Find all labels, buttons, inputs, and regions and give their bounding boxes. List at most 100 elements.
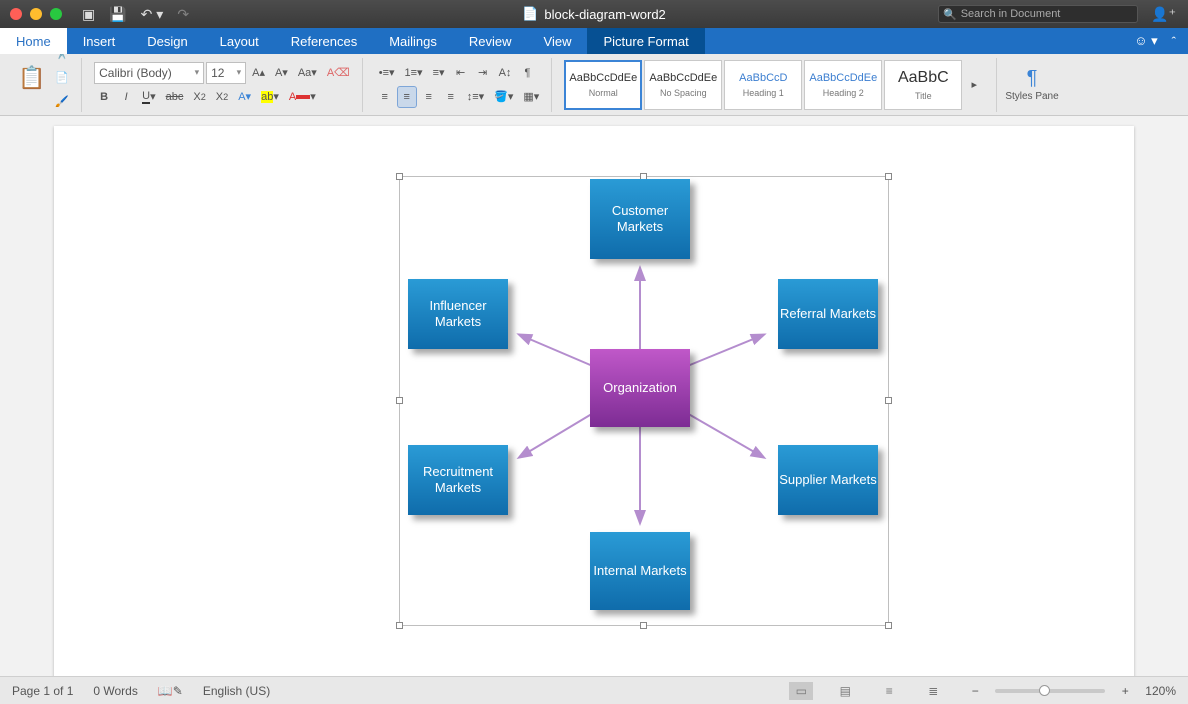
resize-handle[interactable] bbox=[640, 622, 647, 629]
tab-insert[interactable]: Insert bbox=[67, 28, 132, 54]
print-layout-view-icon[interactable]: ▭ bbox=[789, 682, 813, 700]
sort-icon[interactable]: A↕ bbox=[495, 62, 516, 84]
font-group: Calibri (Body)▾ 12▾ A▴ A▾ Aa▾ A⌫ B I U▾ … bbox=[86, 58, 363, 112]
page[interactable]: ⟳ Organization Cus bbox=[54, 126, 1134, 676]
multilevel-list-icon[interactable]: ≡▾ bbox=[429, 62, 449, 84]
document-area[interactable]: ⟳ Organization Cus bbox=[0, 116, 1188, 676]
collapse-ribbon-icon[interactable]: ˆ bbox=[1172, 34, 1176, 49]
share-icon[interactable]: 👤⁺ bbox=[1151, 6, 1176, 23]
tab-picture-format[interactable]: Picture Format bbox=[587, 28, 704, 54]
align-center-icon[interactable]: ≡ bbox=[397, 86, 417, 108]
feedback-icon[interactable]: ☺ ▾ bbox=[1134, 33, 1157, 49]
tab-home[interactable]: Home bbox=[0, 28, 67, 54]
paste-icon[interactable]: 📋 bbox=[14, 67, 49, 89]
rotate-handle-icon[interactable]: ⟳ bbox=[586, 116, 597, 118]
tab-review[interactable]: Review bbox=[453, 28, 528, 54]
shrink-font-icon[interactable]: A▾ bbox=[271, 62, 292, 84]
superscript-button[interactable]: X2 bbox=[212, 86, 232, 108]
show-marks-icon[interactable]: ¶ bbox=[517, 62, 537, 84]
increase-indent-icon[interactable]: ⇥ bbox=[473, 62, 493, 84]
maximize-icon[interactable] bbox=[50, 8, 62, 20]
zoom-in-icon[interactable]: + bbox=[1115, 680, 1135, 702]
picture-selection[interactable]: Organization Customer Markets Internal M… bbox=[399, 176, 889, 626]
line-spacing-icon[interactable]: ↕≡▾ bbox=[463, 86, 488, 108]
window-controls bbox=[0, 8, 62, 20]
resize-handle[interactable] bbox=[885, 173, 892, 180]
minimize-icon[interactable] bbox=[30, 8, 42, 20]
page-indicator[interactable]: Page 1 of 1 bbox=[12, 684, 73, 698]
grow-font-icon[interactable]: A▴ bbox=[248, 62, 269, 84]
ribbon-tabs: Home Insert Design Layout References Mai… bbox=[0, 28, 1188, 54]
undo-icon[interactable]: ↶ ▾ bbox=[141, 6, 164, 23]
align-left-icon[interactable]: ≡ bbox=[375, 86, 395, 108]
change-case-icon[interactable]: Aa▾ bbox=[294, 62, 321, 84]
draft-view-icon[interactable]: ≣ bbox=[921, 682, 945, 700]
resize-handle[interactable] bbox=[885, 622, 892, 629]
language-indicator[interactable]: English (US) bbox=[203, 684, 270, 698]
style-no-spacing[interactable]: AaBbCcDdEeNo Spacing bbox=[644, 60, 722, 110]
text-effects-icon[interactable]: A▾ bbox=[234, 86, 255, 108]
tab-design[interactable]: Design bbox=[131, 28, 203, 54]
spellcheck-icon[interactable]: 📖✎ bbox=[158, 684, 183, 698]
node-recruitment-markets: Recruitment Markets bbox=[408, 445, 508, 515]
shading-icon[interactable]: 🪣▾ bbox=[490, 86, 517, 108]
outline-view-icon[interactable]: ≡ bbox=[877, 682, 901, 700]
clipboard-group: 📋 ✂️ 📄 🖌️ Paste bbox=[6, 58, 82, 112]
node-customer-markets: Customer Markets bbox=[590, 179, 690, 259]
format-painter-icon[interactable]: 🖌️ bbox=[51, 91, 73, 113]
search-icon: 🔍 bbox=[943, 8, 957, 21]
ribbon: 📋 ✂️ 📄 🖌️ Paste Calibri (Body)▾ 12▾ A▴ A… bbox=[0, 54, 1188, 116]
resize-handle[interactable] bbox=[396, 397, 403, 404]
resize-handle[interactable] bbox=[396, 173, 403, 180]
save-group-icon[interactable]: ▣ bbox=[82, 6, 95, 23]
zoom-out-icon[interactable]: − bbox=[965, 680, 985, 702]
node-influencer-markets: Influencer Markets bbox=[408, 279, 508, 349]
word-count[interactable]: 0 Words bbox=[93, 684, 137, 698]
styles-pane-group: ¶ Styles Pane bbox=[996, 58, 1066, 112]
word-doc-icon: 📄 bbox=[522, 6, 538, 22]
tab-references[interactable]: References bbox=[275, 28, 373, 54]
decrease-indent-icon[interactable]: ⇤ bbox=[451, 62, 471, 84]
close-icon[interactable] bbox=[10, 8, 22, 20]
zoom-level[interactable]: 120% bbox=[1145, 684, 1176, 698]
save-icon[interactable]: 💾 bbox=[109, 6, 126, 23]
web-layout-view-icon[interactable]: ▤ bbox=[833, 682, 857, 700]
zoom-slider-thumb[interactable] bbox=[1039, 685, 1050, 696]
styles-more-icon[interactable]: ▸ bbox=[964, 60, 984, 110]
resize-handle[interactable] bbox=[396, 622, 403, 629]
copy-icon[interactable]: 📄 bbox=[51, 67, 73, 89]
resize-handle[interactable] bbox=[885, 397, 892, 404]
style-title[interactable]: AaBbCTitle bbox=[884, 60, 962, 110]
align-right-icon[interactable]: ≡ bbox=[419, 86, 439, 108]
clear-formatting-icon[interactable]: A⌫ bbox=[323, 62, 354, 84]
tab-mailings[interactable]: Mailings bbox=[373, 28, 453, 54]
highlight-color-icon[interactable]: ab▾ bbox=[257, 86, 283, 108]
underline-button[interactable]: U▾ bbox=[138, 86, 159, 108]
style-normal[interactable]: AaBbCcDdEeNormal bbox=[564, 60, 642, 110]
zoom-slider[interactable] bbox=[995, 689, 1105, 693]
style-heading2[interactable]: AaBbCcDdEeHeading 2 bbox=[804, 60, 882, 110]
node-supplier-markets: Supplier Markets bbox=[778, 445, 878, 515]
bullets-icon[interactable]: •≡▾ bbox=[375, 62, 399, 84]
italic-button[interactable]: I bbox=[116, 86, 136, 108]
justify-icon[interactable]: ≡ bbox=[441, 86, 461, 108]
style-heading1[interactable]: AaBbCcDHeading 1 bbox=[724, 60, 802, 110]
bold-button[interactable]: B bbox=[94, 86, 114, 108]
tab-view[interactable]: View bbox=[528, 28, 588, 54]
font-size-select[interactable]: 12▾ bbox=[206, 62, 246, 84]
node-internal-markets: Internal Markets bbox=[590, 532, 690, 610]
styles-pane-icon[interactable]: ¶ bbox=[1022, 67, 1042, 89]
numbering-icon[interactable]: 1≡▾ bbox=[401, 62, 427, 84]
borders-icon[interactable]: ▦▾ bbox=[519, 86, 543, 108]
subscript-button[interactable]: X2 bbox=[189, 86, 209, 108]
redo-icon[interactable]: ↷ bbox=[177, 6, 189, 23]
strikethrough-button[interactable]: abc bbox=[162, 86, 188, 108]
font-color-icon[interactable]: A▾ bbox=[285, 86, 320, 108]
quick-access: ▣ 💾 ↶ ▾ ↷ bbox=[82, 6, 189, 23]
titlebar: ▣ 💾 ↶ ▾ ↷ 📄 block-diagram-word2 🔍 Search… bbox=[0, 0, 1188, 28]
tab-layout[interactable]: Layout bbox=[204, 28, 275, 54]
font-name-select[interactable]: Calibri (Body)▾ bbox=[94, 62, 204, 84]
document-title: 📄 block-diagram-word2 bbox=[522, 6, 666, 22]
zoom-control: − + 120% bbox=[965, 680, 1176, 702]
search-in-document[interactable]: 🔍 Search in Document bbox=[938, 5, 1138, 23]
